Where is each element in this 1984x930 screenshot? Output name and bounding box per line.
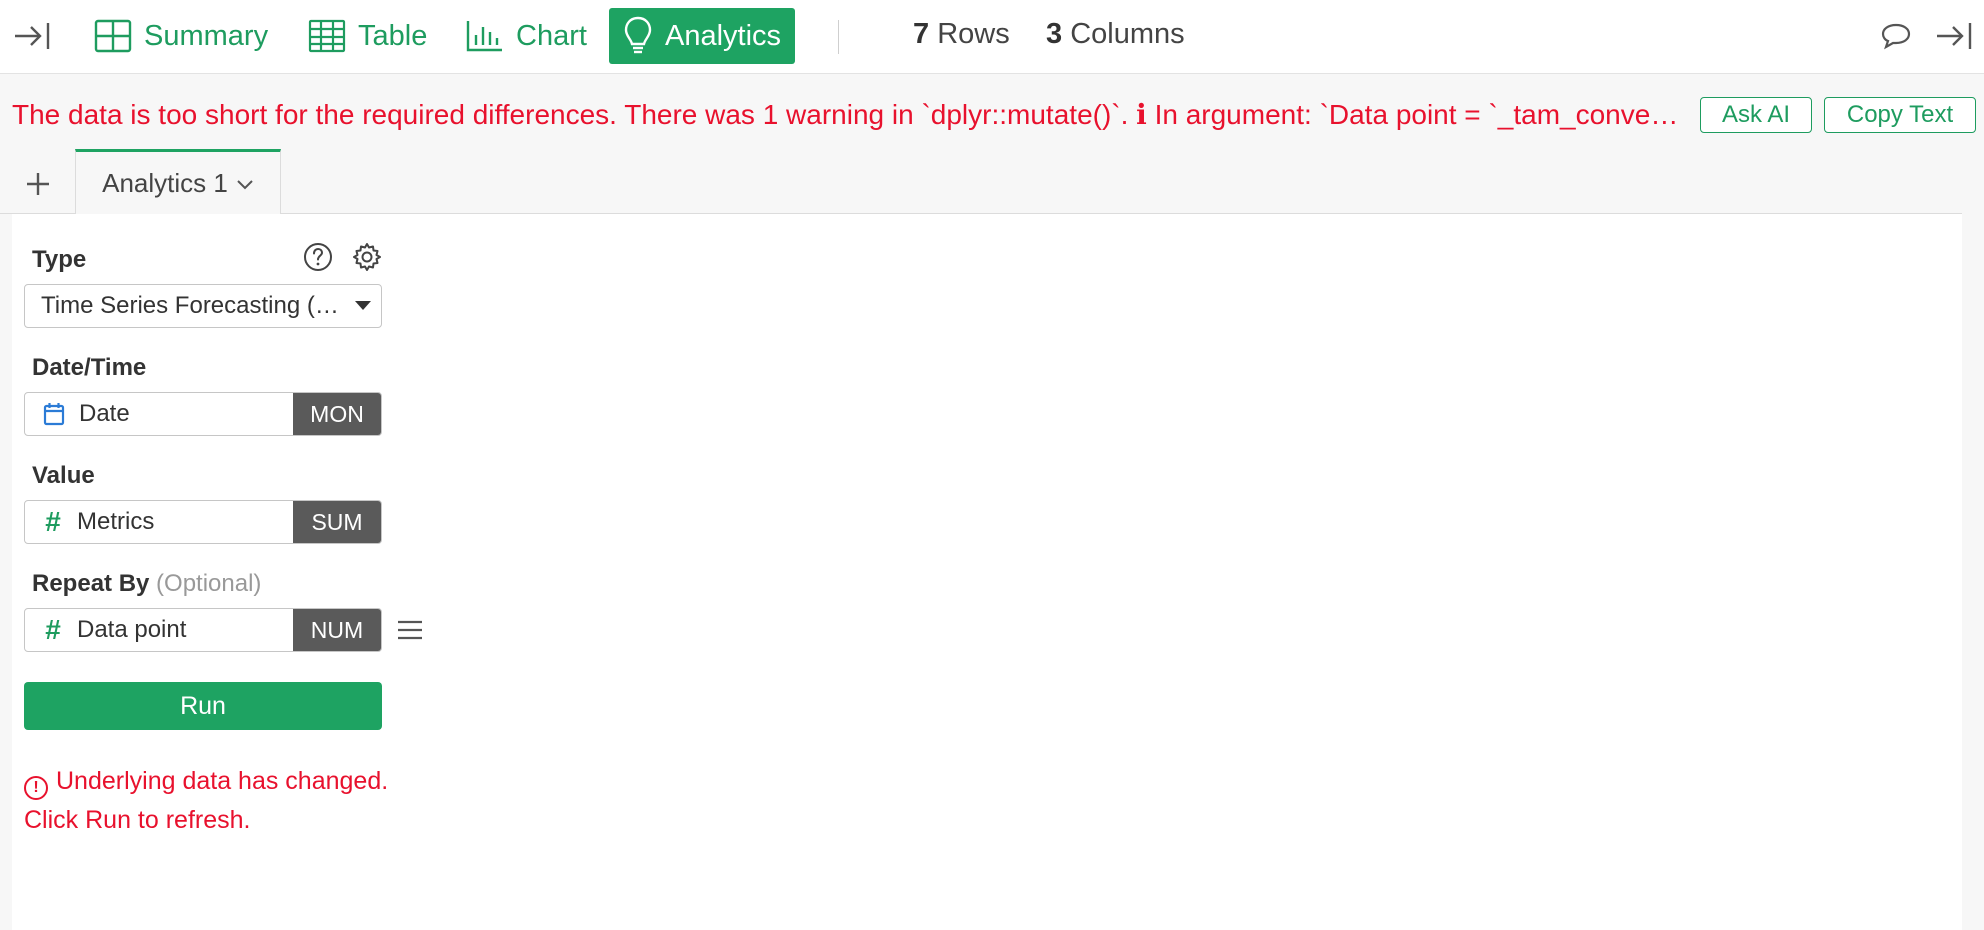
alert-circle-icon: ! xyxy=(24,776,48,800)
value-label: Value xyxy=(32,462,95,489)
add-tab-button[interactable] xyxy=(18,164,58,204)
columns-count-value: 3 xyxy=(1046,18,1063,50)
numeric-hash-icon: # xyxy=(45,614,61,645)
refresh-message: ! Underlying data has changed. Click Run … xyxy=(24,762,404,840)
value-aggregation[interactable]: SUM xyxy=(293,501,381,543)
chevron-down-icon xyxy=(237,179,253,189)
help-icon[interactable] xyxy=(302,241,334,273)
collapse-right-icon[interactable] xyxy=(1932,14,1976,58)
bar-chart-icon xyxy=(466,19,504,53)
hamburger-menu-icon[interactable] xyxy=(394,614,426,646)
rows-count-value: 7 xyxy=(913,18,930,50)
rows-count-label: Rows xyxy=(937,18,1010,50)
run-button[interactable]: Run xyxy=(24,682,382,730)
refresh-message-text: Underlying data has changed. Click Run t… xyxy=(24,767,389,834)
toolbar-divider xyxy=(838,20,839,54)
tab-summary[interactable]: Summary xyxy=(80,8,282,64)
copy-text-label: Copy Text xyxy=(1846,101,1954,128)
plus-icon xyxy=(27,173,49,195)
tab-analytics-label: Analytics xyxy=(665,19,782,52)
numeric-hash-icon: # xyxy=(45,506,61,537)
type-select[interactable]: Time Series Forecasting (Auto ARIMA) xyxy=(24,284,382,328)
ask-ai-label: Ask AI xyxy=(1721,101,1791,128)
date-time-column-name: Date xyxy=(79,400,130,427)
tab-table[interactable]: Table xyxy=(294,8,441,64)
repeat-by-aggregation[interactable]: NUM xyxy=(293,609,381,651)
warning-message: The data is too short for the required d… xyxy=(12,99,1682,130)
collapse-left-icon[interactable] xyxy=(10,14,54,58)
analytics-config-panel: Type Time Series Forecasting (Auto ARIMA… xyxy=(12,214,1962,930)
rows-count: 7 Rows xyxy=(913,18,1010,51)
run-button-label: Run xyxy=(180,691,226,720)
calendar-icon xyxy=(43,403,65,426)
top-toolbar: Summary Table Chart Analytics 7 Rows 3 C… xyxy=(0,0,1984,74)
value-column-name: Metrics xyxy=(77,508,155,535)
tab-summary-label: Summary xyxy=(144,19,269,52)
type-label: Type xyxy=(32,246,87,273)
tab-analytics[interactable]: Analytics xyxy=(609,8,795,64)
date-time-aggregation[interactable]: MON xyxy=(293,393,381,435)
tab-table-label: Table xyxy=(358,19,428,52)
summary-grid-icon xyxy=(94,19,132,53)
ask-ai-button[interactable]: Ask AI xyxy=(1700,97,1812,133)
analytics-tab-strip: Analytics 1 xyxy=(0,148,1962,215)
type-select-value: Time Series Forecasting (Auto ARIMA) xyxy=(41,292,341,319)
analytics-tab-label: Analytics 1 xyxy=(102,168,228,198)
tab-analytics-1[interactable]: Analytics 1 xyxy=(75,149,281,215)
columns-count-label: Columns xyxy=(1070,18,1185,50)
columns-count: 3 Columns xyxy=(1046,18,1185,51)
gear-icon[interactable] xyxy=(351,241,383,273)
date-time-column-picker[interactable]: Date MON xyxy=(24,392,382,436)
comment-icon[interactable] xyxy=(1874,14,1918,58)
warning-bar: The data is too short for the required d… xyxy=(0,75,1984,157)
copy-text-button[interactable]: Copy Text xyxy=(1824,97,1976,133)
repeat-by-label-text: Repeat By xyxy=(32,570,150,597)
date-time-label: Date/Time xyxy=(32,354,147,381)
value-column-picker[interactable]: # Metrics SUM xyxy=(24,500,382,544)
lightbulb-icon xyxy=(623,16,653,56)
tab-chart-label: Chart xyxy=(516,19,587,52)
caret-down-icon xyxy=(355,301,371,310)
repeat-by-column-picker[interactable]: # Data point NUM xyxy=(24,608,382,652)
repeat-by-column-name: Data point xyxy=(77,616,187,643)
tab-chart[interactable]: Chart xyxy=(452,8,601,64)
table-icon xyxy=(308,19,346,53)
repeat-by-label: Repeat By (Optional) xyxy=(32,570,261,598)
optional-hint: (Optional) xyxy=(156,570,262,597)
